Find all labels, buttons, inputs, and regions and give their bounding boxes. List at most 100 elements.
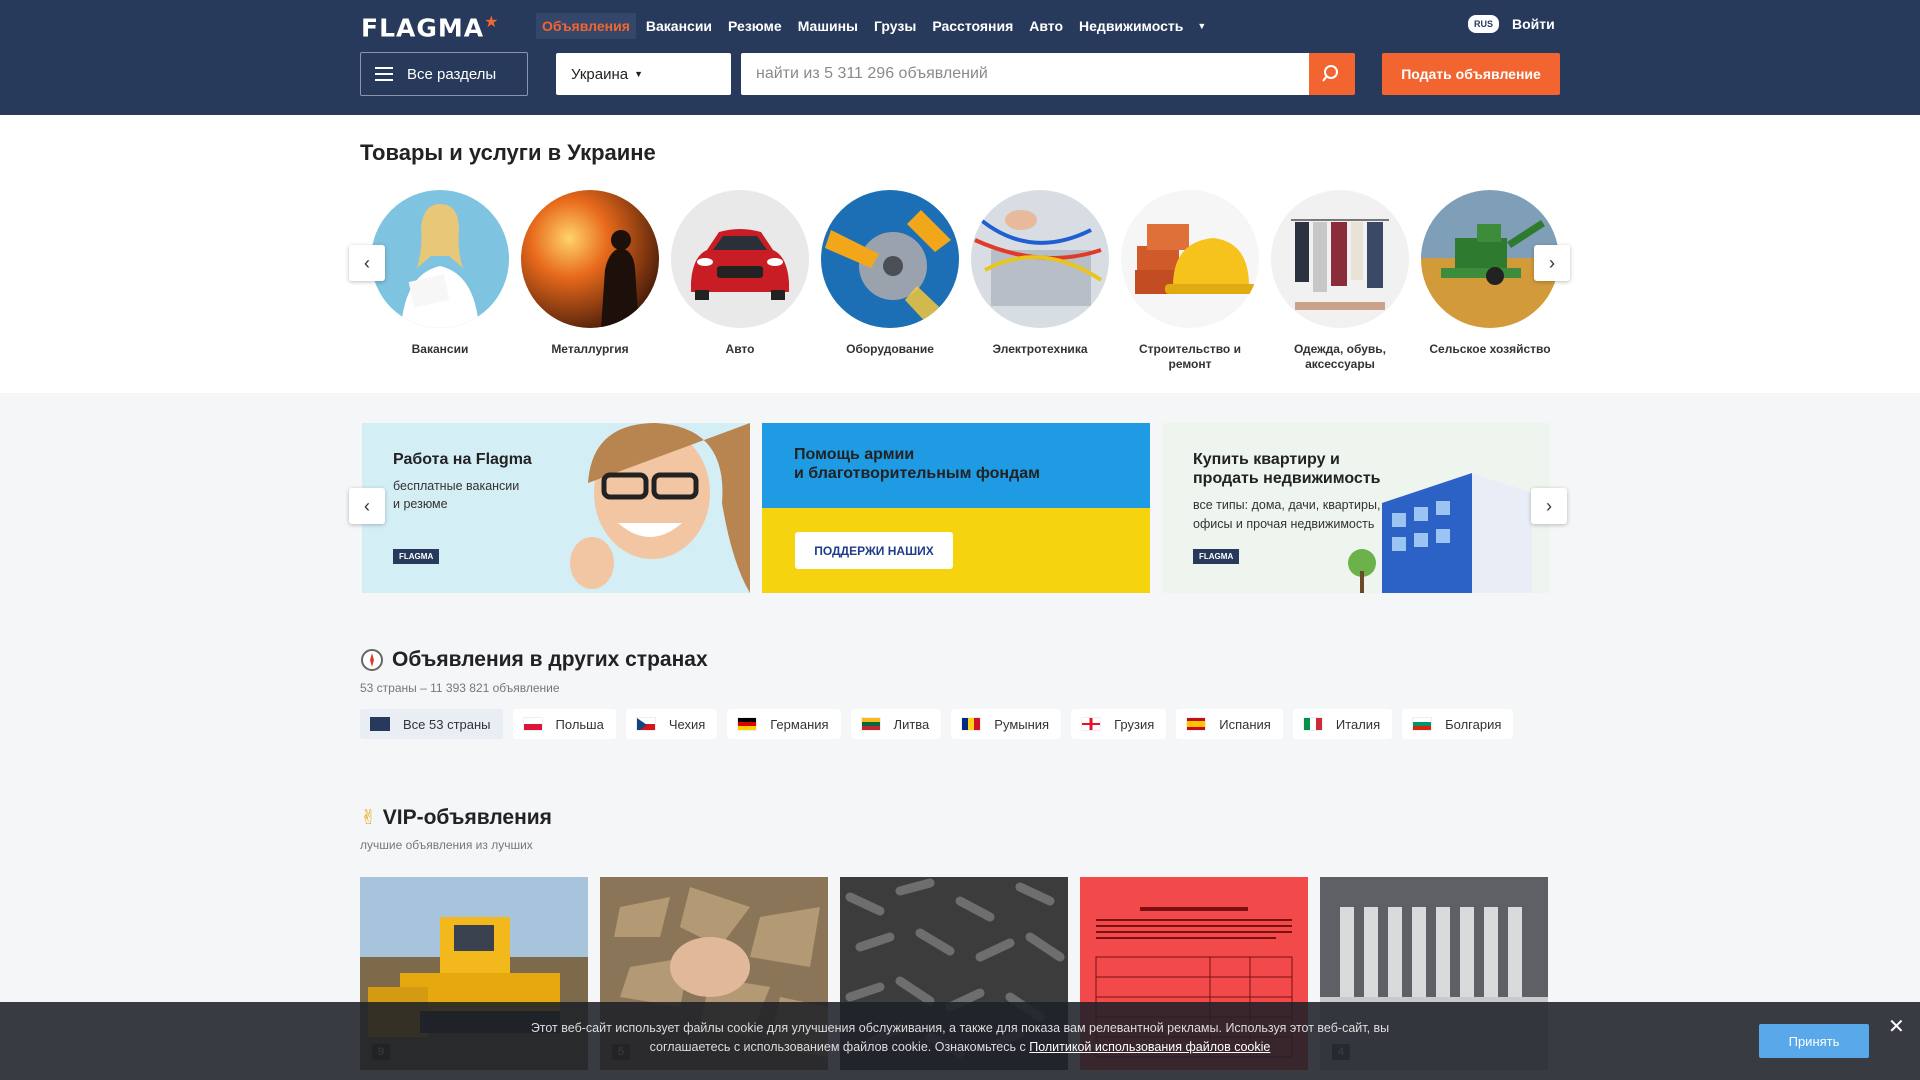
nav-item-resume[interactable]: Резюме [722, 13, 788, 39]
vip-subtitle: лучшие объявления из лучших [360, 838, 533, 852]
chip-romania[interactable]: Румыния [951, 709, 1062, 739]
wardrobe-photo-icon [1271, 190, 1409, 328]
chip-lithuania[interactable]: Литва [850, 709, 942, 739]
banner-flagma-logo: FLAGMA [1193, 549, 1240, 564]
vip-title-text: VIP-объявления [382, 805, 552, 829]
post-ad-button[interactable]: Подать объявление [1382, 53, 1560, 95]
search-button[interactable] [1309, 53, 1355, 95]
nav-item-distances[interactable]: Расстояния [926, 13, 1019, 39]
banner-work[interactable]: Работа на Flagma бесплатные вакансии и р… [362, 423, 750, 593]
chip-spain[interactable]: Испания [1176, 709, 1283, 739]
chip-italy[interactable]: Италия [1292, 709, 1393, 739]
search-input[interactable] [741, 53, 1309, 95]
banner-realty-title2: продать недвижимость [1193, 470, 1381, 487]
chevron-down-icon[interactable]: ▼ [1197, 21, 1206, 31]
close-icon[interactable]: ✕ [1888, 1014, 1905, 1039]
banner-realty[interactable]: Купить квартиру и продать недвижимость в… [1162, 423, 1550, 593]
banner-realty-sub2: офисы и прочая недвижимость [1193, 517, 1375, 531]
menu-icon [375, 67, 393, 81]
romania-flag-icon [961, 717, 982, 731]
category-auto[interactable]: Авто [665, 190, 815, 372]
categories-next-button[interactable]: › [1534, 245, 1570, 281]
chip-label: Болгария [1445, 716, 1502, 732]
category-vacancies[interactable]: Вакансии [365, 190, 515, 372]
banner-work-title: Работа на Flagma [393, 451, 532, 468]
cookie-text-line2: соглашаетесь с использованием файлов coo… [649, 1040, 1030, 1054]
countries-title-text: Объявления в других странах [392, 648, 708, 671]
category-label: Вакансии [411, 342, 469, 356]
category-label: Одежда, обувь, аксессуары [1294, 342, 1386, 371]
category-carousel: Вакансии Металлургия Авто Оборудование Э… [365, 190, 1565, 372]
woman-photo-icon [371, 190, 509, 328]
cookie-banner: Этот веб-сайт использует файлы cookie дл… [0, 1002, 1920, 1080]
banner-work-sub1: бесплатные вакансии [393, 479, 520, 493]
chip-label: Польша [555, 716, 604, 732]
caret-down-icon: ▼ [634, 69, 644, 79]
banners-prev-button[interactable]: ‹ [349, 488, 385, 524]
category-label: Сельское хозяйство [1429, 342, 1551, 356]
chip-czechia[interactable]: Чехия [625, 709, 718, 739]
cookie-policy-link[interactable]: Политикой использования файлов cookie [1029, 1040, 1270, 1054]
category-electrical[interactable]: Электротехника [965, 190, 1115, 372]
lithuania-flag-icon [860, 717, 881, 731]
cookie-text: Этот веб-сайт использует файлы cookie дл… [490, 1019, 1430, 1057]
banner-help-army[interactable]: Помощь армии и благотворительным фондам … [762, 423, 1150, 593]
countries-title: Объявления в других странах [360, 648, 708, 672]
category-agriculture[interactable]: Сельское хозяйство [1415, 190, 1565, 372]
chip-label: Италия [1335, 716, 1381, 732]
chip-label: Испания [1219, 716, 1271, 732]
banner-help-title1: Помощь армии [794, 446, 915, 463]
chip-all-countries[interactable]: Все 53 страны [360, 709, 503, 739]
rock-hand-icon: ✌ [360, 807, 377, 829]
logo-star-icon: ★ [484, 12, 500, 31]
page-title: Товары и услуги в Украине [360, 140, 656, 165]
support-button[interactable]: ПОДДЕРЖИ НАШИХ [795, 532, 953, 569]
country-select[interactable]: Украина ▼ [556, 53, 731, 95]
nav-item-realty[interactable]: Недвижимость [1073, 13, 1189, 39]
nav-item-machines[interactable]: Машины [792, 13, 864, 39]
chip-bulgaria[interactable]: Болгария [1402, 709, 1514, 739]
steel-worker-photo-icon [521, 190, 659, 328]
chip-label: Литва [893, 716, 930, 732]
nav-item-ads[interactable]: Объявления [536, 13, 636, 39]
category-metallurgy[interactable]: Металлургия [515, 190, 665, 372]
categories-section: Товары и услуги в Украине Вакансии Метал… [0, 115, 1920, 393]
language-badge[interactable]: RUS [1468, 15, 1500, 33]
nav-item-vacancies[interactable]: Вакансии [640, 13, 718, 39]
chip-poland[interactable]: Польша [512, 709, 616, 739]
category-equipment[interactable]: Оборудование [815, 190, 965, 372]
flagma-flag-icon [370, 717, 390, 731]
chevron-right-icon: › [1549, 252, 1555, 273]
chevron-left-icon: ‹ [364, 495, 370, 516]
category-construction[interactable]: Строительство и ремонт [1115, 190, 1265, 372]
site-header: FLAGMA★ Объявления Вакансии Резюме Машин… [0, 0, 1920, 115]
flagma-logo[interactable]: FLAGMA★ [361, 12, 499, 42]
categories-prev-button[interactable]: ‹ [349, 245, 385, 281]
chevron-right-icon: › [1546, 495, 1552, 516]
nav-item-cargo[interactable]: Грузы [868, 13, 922, 39]
country-chips: Все 53 страны Польша Чехия Германия Литв… [360, 709, 1523, 739]
category-label: Строительство и ремонт [1139, 342, 1241, 371]
italy-flag-icon [1302, 717, 1323, 731]
accept-cookies-button[interactable]: Принять [1759, 1024, 1869, 1058]
countries-subtitle: 53 страны – 11 393 821 объявление [360, 681, 560, 695]
all-sections-button[interactable]: Все разделы [360, 52, 528, 96]
chip-label: Чехия [668, 716, 706, 732]
chip-germany[interactable]: Германия [727, 709, 841, 739]
chip-label: Румыния [994, 716, 1050, 732]
chip-georgia[interactable]: Грузия [1071, 709, 1167, 739]
search-icon [1322, 65, 1338, 82]
category-label: Металлургия [551, 342, 629, 356]
georgia-flag-icon [1081, 717, 1102, 731]
banner-help-title2: и благотворительным фондам [794, 465, 1040, 482]
banners-next-button[interactable]: › [1531, 488, 1567, 524]
czechia-flag-icon [635, 717, 656, 731]
category-clothing[interactable]: Одежда, обувь, аксессуары [1265, 190, 1415, 372]
nav-item-auto[interactable]: Авто [1023, 13, 1069, 39]
banner-realty-title1: Купить квартиру и [1193, 451, 1340, 468]
spain-flag-icon [1186, 717, 1207, 731]
category-label: Авто [725, 342, 755, 356]
red-car-photo-icon [671, 190, 809, 328]
login-link[interactable]: Войти [1512, 16, 1555, 32]
chevron-left-icon: ‹ [364, 252, 370, 273]
